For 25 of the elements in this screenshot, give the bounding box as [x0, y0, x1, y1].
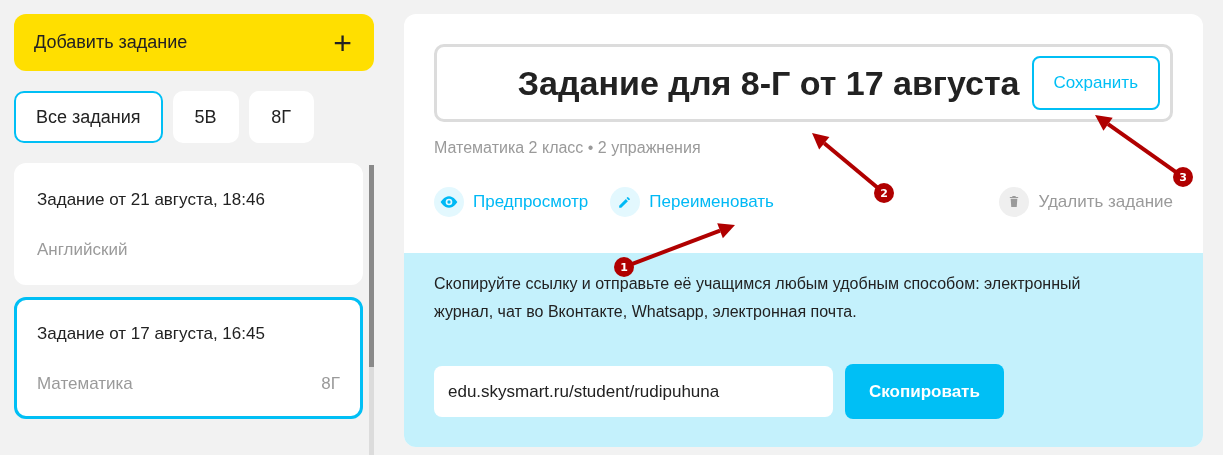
- scrollbar[interactable]: [369, 165, 374, 455]
- task-subject: Математика: [37, 374, 133, 394]
- filter-tab[interactable]: 8Г: [248, 91, 314, 143]
- annotation-badge: 3: [1173, 167, 1193, 187]
- task-subject: Английский: [37, 240, 128, 260]
- eye-icon: [434, 187, 464, 217]
- add-task-button[interactable]: Добавить задание +: [14, 14, 374, 71]
- task-title: Задание от 17 августа, 16:45: [37, 324, 266, 344]
- title-field[interactable]: Задание для 8-Г от 17 августа Сохранить: [434, 44, 1173, 122]
- share-instructions: Скопируйте ссылку и отправьте её учащимся любым удобным способом: электронный журнал, чат во Вконтакте, Whatsapp, электронная почта.: [434, 274, 1082, 322]
- pencil-icon: [610, 187, 641, 217]
- link-field[interactable]: edu.skysmart.ru/student/rudipuhuna: [434, 366, 833, 417]
- filter-tab[interactable]: 5В: [172, 91, 239, 143]
- task-card[interactable]: Задание от 17 августа, 16:45 Математика 8Г: [14, 297, 363, 419]
- task-card[interactable]: Задание от 21 августа, 18:46 Английский: [14, 163, 363, 285]
- task-title: Задание от 21 августа, 18:46: [37, 190, 266, 210]
- filter-tab[interactable]: Все задания: [14, 91, 163, 143]
- scroll-thumb[interactable]: [369, 165, 374, 367]
- trash-icon: [999, 187, 1030, 217]
- task-meta: Математика 2 класс • 2 упражнения: [434, 139, 702, 157]
- annotation-badge: 1: [614, 257, 634, 277]
- task-class: 8Г: [321, 374, 340, 394]
- annotation-arrow: [812, 133, 879, 189]
- plus-icon: +: [333, 26, 352, 59]
- annotation-badge: 2: [874, 183, 894, 203]
